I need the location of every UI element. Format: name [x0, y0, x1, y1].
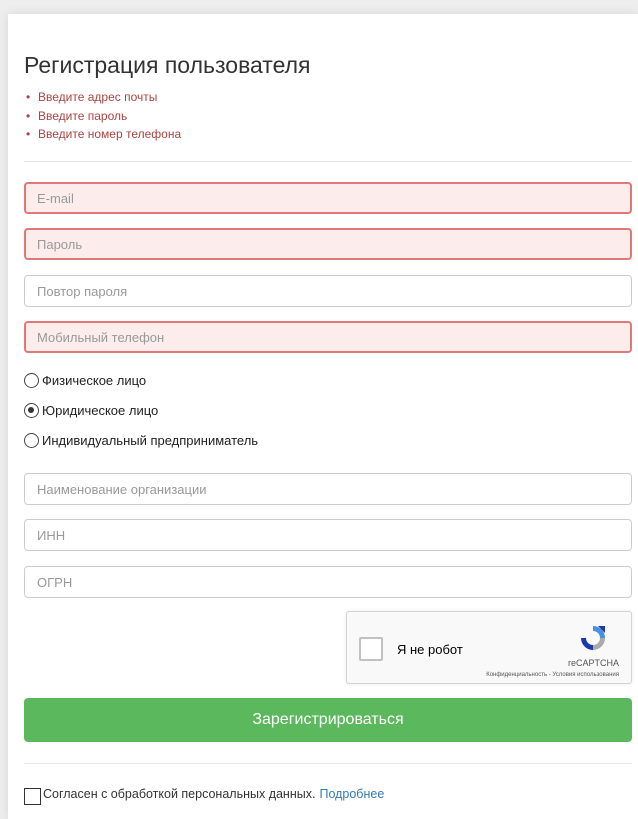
recaptcha-checkbox[interactable]	[359, 637, 383, 661]
error-phone-message: Введите номер телефона	[24, 125, 181, 144]
radio-entrepreneur[interactable]: Индивидуальный предприниматель	[24, 433, 258, 448]
inn-field[interactable]	[24, 519, 632, 551]
radio-individual[interactable]: Физическое лицо	[24, 373, 146, 388]
recaptcha-widget: Я не робот reCAPTCHA Конфиденциальность …	[346, 611, 632, 684]
divider-top	[24, 161, 632, 162]
radio-legal-entity[interactable]: Юридическое лицо	[24, 403, 158, 418]
register-button[interactable]: Зарегистрироваться	[24, 698, 632, 742]
radio-button-icon[interactable]	[24, 433, 39, 448]
error-password-message: Введите пароль	[24, 107, 181, 126]
agreement-checkbox[interactable]	[24, 788, 41, 805]
radio-button-icon[interactable]	[24, 373, 39, 388]
radio-individual-label: Физическое лицо	[42, 373, 147, 388]
agreement-text: Согласен с обработкой персональных данны…	[43, 786, 316, 801]
error-list: Введите адрес почты Введите пароль Введи…	[24, 88, 181, 144]
organization-name-field[interactable]	[24, 473, 632, 505]
recaptcha-brand: reCAPTCHA	[567, 658, 619, 668]
error-email-message: Введите адрес почты	[24, 88, 181, 107]
phone-field[interactable]	[24, 321, 632, 353]
radio-button-checked-icon[interactable]	[24, 403, 39, 418]
password-repeat-field[interactable]	[24, 275, 632, 307]
agreement-row: Согласен с обработкой персональных данны…	[24, 782, 384, 805]
password-field[interactable]	[24, 228, 632, 260]
email-field[interactable]	[24, 182, 632, 214]
ogrn-field[interactable]	[24, 566, 632, 598]
recaptcha-label: Я не робот	[397, 642, 463, 657]
recaptcha-terms[interactable]: Конфиденциальность - Условия использован…	[486, 672, 619, 678]
page-title: Регистрация пользователя	[24, 52, 311, 78]
divider-bottom	[24, 763, 632, 764]
agreement-details-link[interactable]: Подробнее	[319, 787, 384, 801]
radio-entrepreneur-label: Индивидуальный предприниматель	[42, 433, 259, 448]
radio-legal-entity-label: Юридическое лицо	[42, 403, 159, 418]
recaptcha-logo-icon	[581, 626, 605, 650]
